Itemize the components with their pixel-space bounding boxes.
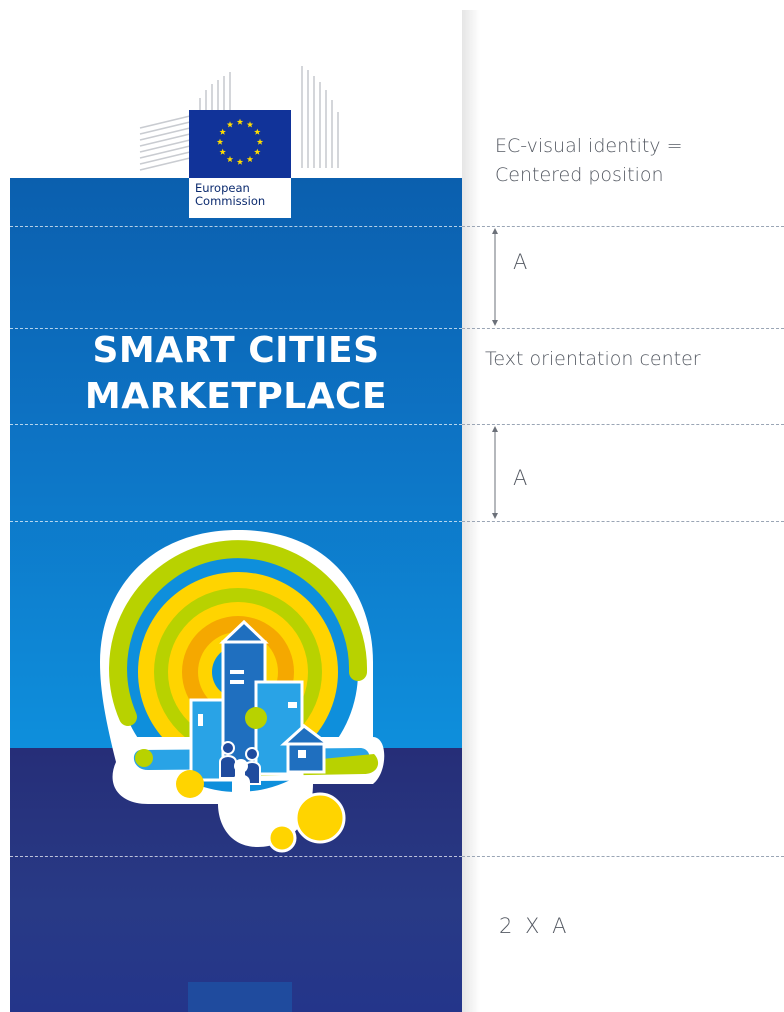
ec-logo-line2: Commission [195, 194, 266, 208]
dimension-arrow-a-top [492, 228, 498, 326]
guide-line-illustration-bottom-right [462, 856, 784, 857]
eu-flag-icon [189, 110, 291, 178]
annotation-ec-identity: EC-visual identity = Centered position [495, 132, 683, 190]
annotation-spacing-a-bottom: A [513, 466, 528, 490]
annotation-text-orientation: Text orientation center [485, 348, 701, 370]
guide-line-header-bottom [10, 226, 462, 227]
guide-line-title-bottom-right [462, 424, 784, 425]
guide-line-illustration-bottom [10, 856, 462, 857]
guide-line-title-top [10, 328, 462, 329]
title-line-1: SMART CITIES [92, 330, 380, 371]
smart-city-illustration [100, 530, 385, 853]
dimension-arrow-a-bottom [492, 426, 498, 519]
banner-shadow [462, 10, 480, 1012]
annotation-spacing-a-top: A [513, 250, 528, 274]
annotation-ec-identity-line2: Centered position [495, 164, 664, 186]
guide-line-title-top-right [462, 328, 784, 329]
banner-bottom-tab [188, 982, 292, 1012]
guide-line-header-bottom-right [462, 226, 784, 227]
annotation-spacing-2xa: 2 X A [499, 914, 570, 938]
banner-title: SMART CITIES MARKETPLACE [10, 328, 462, 420]
guide-line-title-bottom [10, 424, 462, 425]
guide-line-illustration-top [10, 521, 462, 522]
title-line-2: MARKETPLACE [84, 376, 388, 417]
rollup-banner: European Commission SMART CITIES MARKETP… [10, 10, 462, 1012]
european-commission-logo: European Commission [189, 110, 291, 218]
annotation-ec-identity-line1: EC-visual identity = [495, 135, 683, 157]
ec-logo-text: European Commission [195, 182, 265, 208]
guide-line-illustration-top-right [462, 521, 784, 522]
branding-guideline-canvas: European Commission SMART CITIES MARKETP… [0, 0, 784, 1012]
